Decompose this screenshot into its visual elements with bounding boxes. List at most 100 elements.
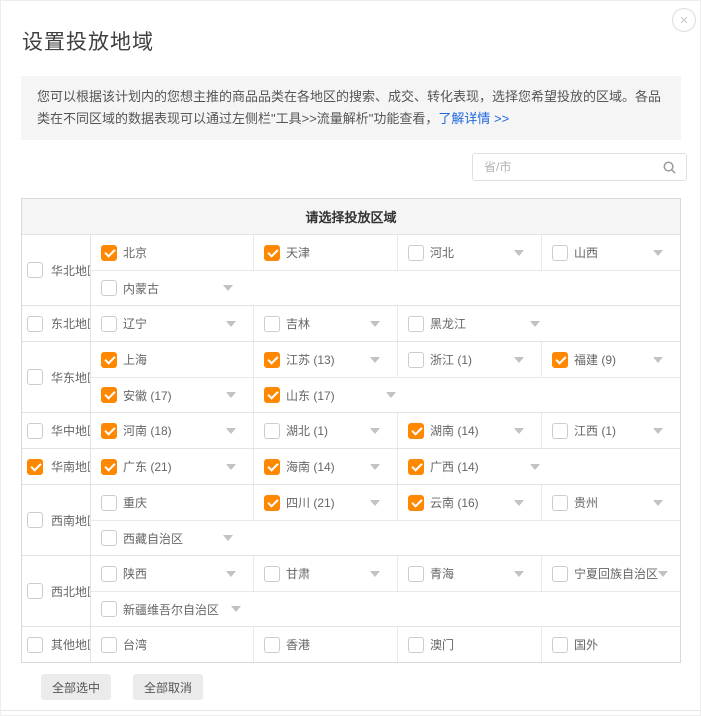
province-cell[interactable]: 四川 (21) — [254, 485, 398, 520]
checkbox[interactable] — [264, 495, 280, 511]
checkbox[interactable] — [27, 583, 43, 599]
chevron-down-icon[interactable] — [226, 392, 236, 398]
checkbox[interactable] — [27, 512, 43, 528]
province-cell[interactable]: 天津 — [254, 235, 398, 270]
chevron-down-icon[interactable] — [530, 464, 540, 470]
province-cell[interactable]: 山东 (17) — [254, 378, 680, 412]
province-cell[interactable]: 陕西 — [91, 556, 254, 591]
chevron-down-icon[interactable] — [514, 428, 524, 434]
chevron-down-icon[interactable] — [653, 500, 663, 506]
province-cell[interactable]: 海南 (14) — [254, 449, 398, 484]
region-group-cell[interactable]: 东北地区 — [22, 306, 91, 341]
checkbox[interactable] — [408, 423, 424, 439]
region-group-cell[interactable]: 华南地区 — [22, 449, 91, 484]
province-cell[interactable]: 山西 — [542, 235, 680, 270]
province-cell[interactable]: 宁夏回族自治区 — [542, 556, 685, 591]
checkbox[interactable] — [264, 245, 280, 261]
checkbox[interactable] — [101, 601, 117, 617]
checkbox[interactable] — [101, 423, 117, 439]
province-cell[interactable]: 国外 — [542, 627, 680, 662]
checkbox[interactable] — [101, 566, 117, 582]
province-cell[interactable]: 河北 — [398, 235, 542, 270]
province-cell[interactable]: 贵州 — [542, 485, 680, 520]
region-group-cell[interactable]: 西南地区 — [22, 485, 91, 555]
checkbox[interactable] — [264, 637, 280, 653]
chevron-down-icon[interactable] — [653, 250, 663, 256]
province-cell[interactable]: 浙江 (1) — [398, 342, 542, 377]
checkbox[interactable] — [101, 245, 117, 261]
chevron-down-icon[interactable] — [226, 464, 236, 470]
checkbox[interactable] — [264, 423, 280, 439]
checkbox[interactable] — [552, 352, 568, 368]
chevron-down-icon[interactable] — [370, 321, 380, 327]
checkbox[interactable] — [264, 387, 280, 403]
checkbox[interactable] — [264, 352, 280, 368]
chevron-down-icon[interactable] — [653, 357, 663, 363]
checkbox[interactable] — [27, 316, 43, 332]
province-cell[interactable]: 新疆维吾尔自治区 — [91, 592, 680, 626]
chevron-down-icon[interactable] — [658, 571, 668, 577]
search-box[interactable] — [472, 153, 687, 181]
chevron-down-icon[interactable] — [386, 392, 396, 398]
chevron-down-icon[interactable] — [370, 571, 380, 577]
close-icon[interactable]: × — [672, 8, 696, 32]
select-all-button[interactable]: 全部选中 — [41, 674, 111, 700]
region-group-cell[interactable]: 其他地区 — [22, 627, 91, 662]
chevron-down-icon[interactable] — [370, 357, 380, 363]
checkbox[interactable] — [27, 369, 43, 385]
province-cell[interactable]: 安徽 (17) — [91, 378, 254, 412]
province-cell[interactable]: 云南 (16) — [398, 485, 542, 520]
checkbox[interactable] — [264, 459, 280, 475]
province-cell[interactable]: 福建 (9) — [542, 342, 680, 377]
chevron-down-icon[interactable] — [223, 285, 233, 291]
checkbox[interactable] — [408, 495, 424, 511]
province-cell[interactable]: 湖南 (14) — [398, 413, 542, 448]
province-cell[interactable]: 上海 — [91, 342, 254, 377]
checkbox[interactable] — [552, 245, 568, 261]
checkbox[interactable] — [101, 459, 117, 475]
checkbox[interactable] — [101, 637, 117, 653]
region-group-cell[interactable]: 华中地区 — [22, 413, 91, 448]
region-group-cell[interactable]: 华东地区 — [22, 342, 91, 412]
province-cell[interactable]: 内蒙古 — [91, 271, 680, 305]
checkbox[interactable] — [101, 530, 117, 546]
chevron-down-icon[interactable] — [653, 428, 663, 434]
chevron-down-icon[interactable] — [514, 571, 524, 577]
chevron-down-icon[interactable] — [370, 500, 380, 506]
province-cell[interactable]: 广东 (21) — [91, 449, 254, 484]
chevron-down-icon[interactable] — [370, 428, 380, 434]
province-cell[interactable]: 广西 (14) — [398, 449, 680, 484]
chevron-down-icon[interactable] — [231, 606, 241, 612]
checkbox[interactable] — [552, 566, 568, 582]
checkbox[interactable] — [264, 316, 280, 332]
province-cell[interactable]: 台湾 — [91, 627, 254, 662]
chevron-down-icon[interactable] — [514, 500, 524, 506]
deselect-all-button[interactable]: 全部取消 — [133, 674, 203, 700]
chevron-down-icon[interactable] — [514, 250, 524, 256]
checkbox[interactable] — [101, 352, 117, 368]
checkbox[interactable] — [27, 459, 43, 475]
checkbox[interactable] — [408, 566, 424, 582]
checkbox[interactable] — [27, 423, 43, 439]
checkbox[interactable] — [408, 316, 424, 332]
checkbox[interactable] — [27, 262, 43, 278]
checkbox[interactable] — [27, 637, 43, 653]
province-cell[interactable]: 吉林 — [254, 306, 398, 341]
checkbox[interactable] — [101, 387, 117, 403]
province-cell[interactable]: 北京 — [91, 235, 254, 270]
province-cell[interactable]: 西藏自治区 — [91, 521, 680, 555]
chevron-down-icon[interactable] — [514, 357, 524, 363]
learn-more-link[interactable]: 了解详情 >> — [438, 111, 509, 126]
checkbox[interactable] — [408, 459, 424, 475]
checkbox[interactable] — [552, 423, 568, 439]
checkbox[interactable] — [408, 245, 424, 261]
province-cell[interactable]: 江苏 (13) — [254, 342, 398, 377]
province-cell[interactable]: 辽宁 — [91, 306, 254, 341]
checkbox[interactable] — [101, 316, 117, 332]
chevron-down-icon[interactable] — [370, 464, 380, 470]
province-cell[interactable]: 香港 — [254, 627, 398, 662]
checkbox[interactable] — [101, 280, 117, 296]
province-cell[interactable]: 澳门 — [398, 627, 542, 662]
chevron-down-icon[interactable] — [226, 321, 236, 327]
province-cell[interactable]: 重庆 — [91, 485, 254, 520]
